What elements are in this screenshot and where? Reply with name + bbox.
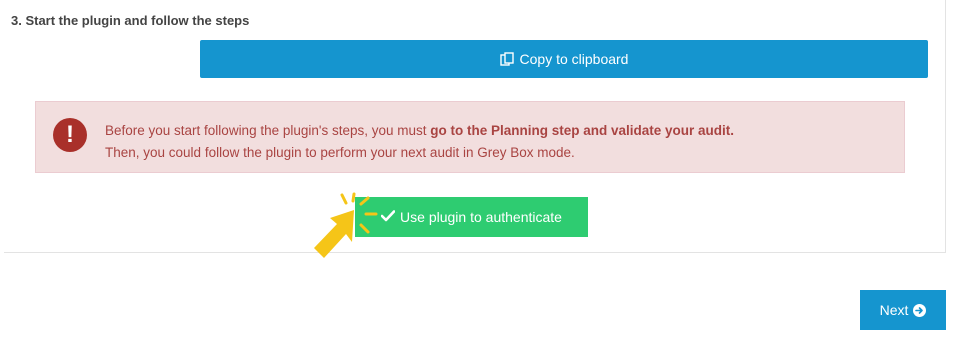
alert-line1-bold: go to the Planning step and validate you… [430,123,735,138]
copy-to-clipboard-button[interactable]: Copy to clipboard [200,40,928,78]
arrow-circle-right-icon [913,303,927,317]
alert-line1-text: Before you start following the plugin's … [105,123,431,138]
exclamation-icon: ! [53,118,87,152]
step-panel: 3. Start the plugin and follow the steps… [4,0,946,258]
clipboard-icon [499,52,514,66]
hand-pointer-arrow-icon [314,192,378,258]
alert-message: Before you start following the plugin's … [105,120,734,164]
next-button-label: Next [879,302,909,318]
use-plugin-authenticate-button[interactable]: Use plugin to authenticate [355,197,588,237]
auth-button-label: Use plugin to authenticate [400,209,562,225]
warning-alert: ! Before you start following the plugin'… [35,101,905,173]
step-title: 3. Start the plugin and follow the steps [11,13,250,28]
copy-button-label: Copy to clipboard [519,51,629,67]
next-button[interactable]: Next [860,290,946,330]
alert-line2-text: Then, you could follow the plugin to per… [105,145,575,160]
